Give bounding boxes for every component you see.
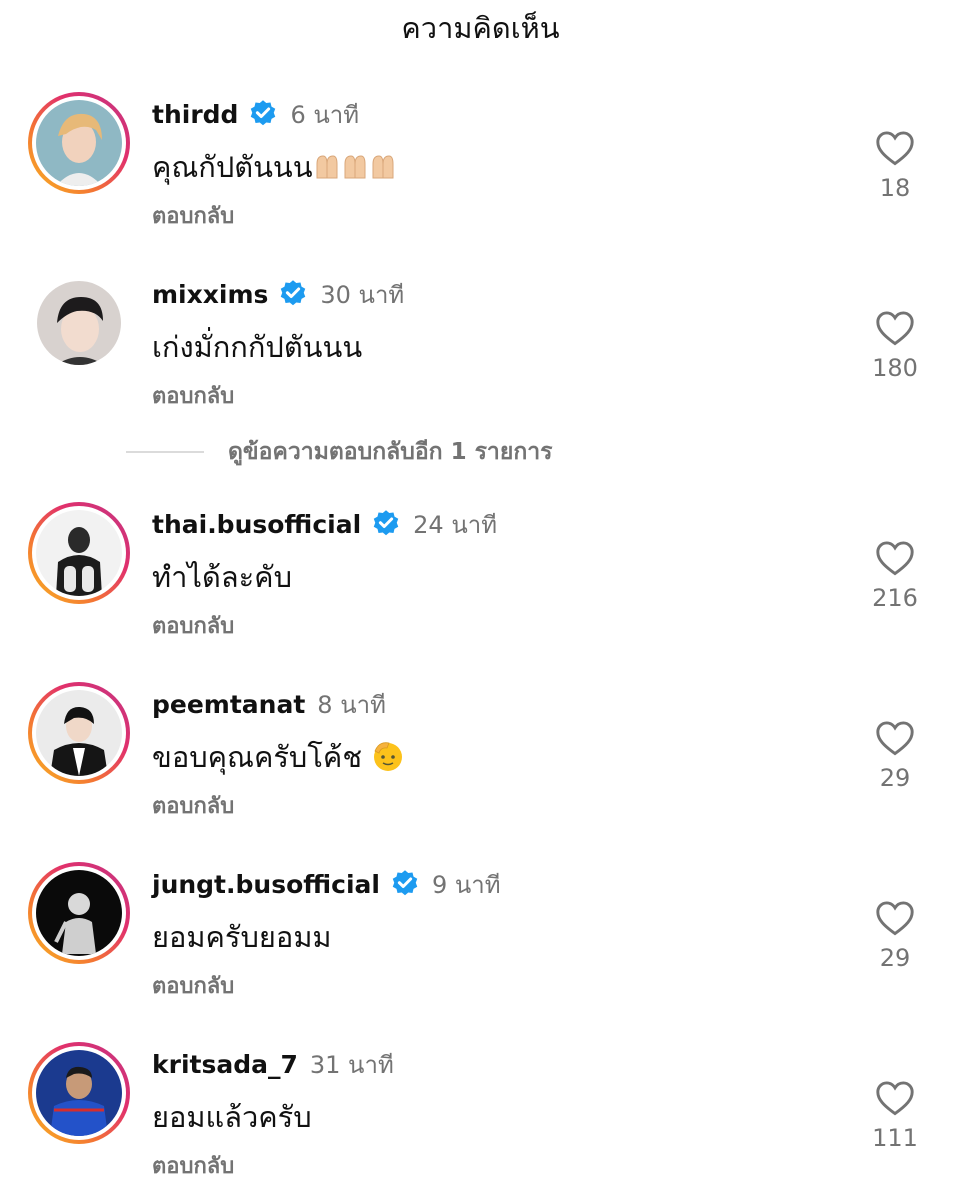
like-count: 29	[879, 944, 911, 972]
avatar[interactable]	[36, 1050, 122, 1136]
like-count: 111	[872, 1124, 918, 1152]
comment-username[interactable]: thirdd	[152, 100, 238, 129]
avatar[interactable]	[36, 690, 122, 776]
comment-time: 30 นาที	[320, 280, 405, 309]
divider-line	[126, 451, 204, 453]
avatar[interactable]	[36, 510, 122, 596]
comment-username[interactable]: jungt.busofficial	[152, 870, 380, 899]
like-button[interactable]: 18	[855, 130, 935, 202]
reply-button[interactable]: ตอบกลับ	[152, 1148, 234, 1183]
avatar-story-ring[interactable]	[28, 862, 130, 964]
like-count: 18	[879, 174, 911, 202]
avatar-story-ring[interactable]	[28, 502, 130, 604]
comment-time: 9 นาที	[431, 870, 501, 899]
reply-button[interactable]: ตอบกลับ	[152, 198, 234, 233]
avatar[interactable]	[36, 870, 122, 956]
comment-text: ยอมครับยอมม	[152, 920, 332, 954]
comment-time: 31 นาที	[309, 1050, 394, 1079]
comment-username[interactable]: thai.busofficial	[152, 510, 361, 539]
comment-item: kritsada_7 31 นาที ยอมแล้วครับ ตอบกลับ 1…	[0, 1042, 961, 1200]
comment-text: คุณกัปตันนน	[152, 144, 397, 190]
heart-icon[interactable]	[875, 540, 915, 576]
verified-badge-icon	[248, 99, 278, 129]
verified-badge-icon	[390, 869, 420, 899]
avatar[interactable]	[36, 100, 122, 186]
like-count: 180	[872, 354, 918, 382]
comment-text: ยอมแล้วครับ	[152, 1100, 312, 1134]
comment-item: peemtanat 8 นาที ขอบคุณครับโค้ช ตอบกลับ …	[0, 682, 961, 852]
view-more-replies-button[interactable]: ดูข้อความตอบกลับอีก 1 รายการ	[126, 436, 553, 468]
comment-time: 6 นาที	[290, 100, 360, 129]
view-more-replies-label[interactable]: ดูข้อความตอบกลับอีก 1 รายการ	[228, 434, 553, 470]
like-button[interactable]: 111	[855, 1080, 935, 1152]
saluting-face-icon	[371, 739, 405, 780]
comment-text: ทำได้ละคับ	[152, 560, 292, 594]
raised-hands-icon	[313, 152, 397, 187]
avatar-story-ring[interactable]	[28, 682, 130, 784]
comment-item: thirdd 6 นาที คุณกัปตันนน ตอบกลับ 18	[0, 92, 961, 262]
comment-text: เก่งมั่กกกัปตันนน	[152, 330, 363, 364]
avatar-story-ring[interactable]	[28, 92, 130, 194]
comment-time: 24 นาที	[413, 510, 498, 539]
page-title: ความคิดเห็น	[401, 11, 560, 45]
avatar-story-ring[interactable]	[28, 1042, 130, 1144]
heart-icon[interactable]	[875, 1080, 915, 1116]
comment-time: 8 นาที	[317, 690, 386, 719]
comment-username[interactable]: mixxims	[152, 280, 268, 309]
like-button[interactable]: 29	[855, 720, 935, 792]
comment-text: ขอบคุณครับโค้ช	[152, 734, 405, 780]
reply-button[interactable]: ตอบกลับ	[152, 608, 234, 643]
heart-icon[interactable]	[875, 130, 915, 166]
verified-badge-icon	[371, 509, 401, 539]
comment-item: thai.busofficial 24 นาที ทำได้ละคับ ตอบก…	[0, 502, 961, 672]
comment-username[interactable]: peemtanat	[152, 690, 305, 719]
like-button[interactable]: 216	[855, 540, 935, 612]
like-button[interactable]: 180	[855, 310, 935, 382]
heart-icon[interactable]	[875, 900, 915, 936]
comment-username[interactable]: kritsada_7	[152, 1050, 298, 1079]
like-button[interactable]: 29	[855, 900, 935, 972]
avatar-wrapper[interactable]	[28, 272, 130, 374]
avatar[interactable]	[37, 281, 121, 365]
like-count: 29	[879, 764, 911, 792]
reply-button[interactable]: ตอบกลับ	[152, 378, 234, 413]
comment-item: jungt.busofficial 9 นาที ยอมครับยอมม ตอบ…	[0, 862, 961, 1032]
heart-icon[interactable]	[875, 720, 915, 756]
like-count: 216	[872, 584, 918, 612]
comment-item: mixxims 30 นาที เก่งมั่กกกัปตันนน ตอบกลั…	[0, 272, 961, 442]
verified-badge-icon	[278, 279, 308, 309]
heart-icon[interactable]	[875, 310, 915, 346]
reply-button[interactable]: ตอบกลับ	[152, 788, 234, 823]
reply-button[interactable]: ตอบกลับ	[152, 968, 234, 1003]
